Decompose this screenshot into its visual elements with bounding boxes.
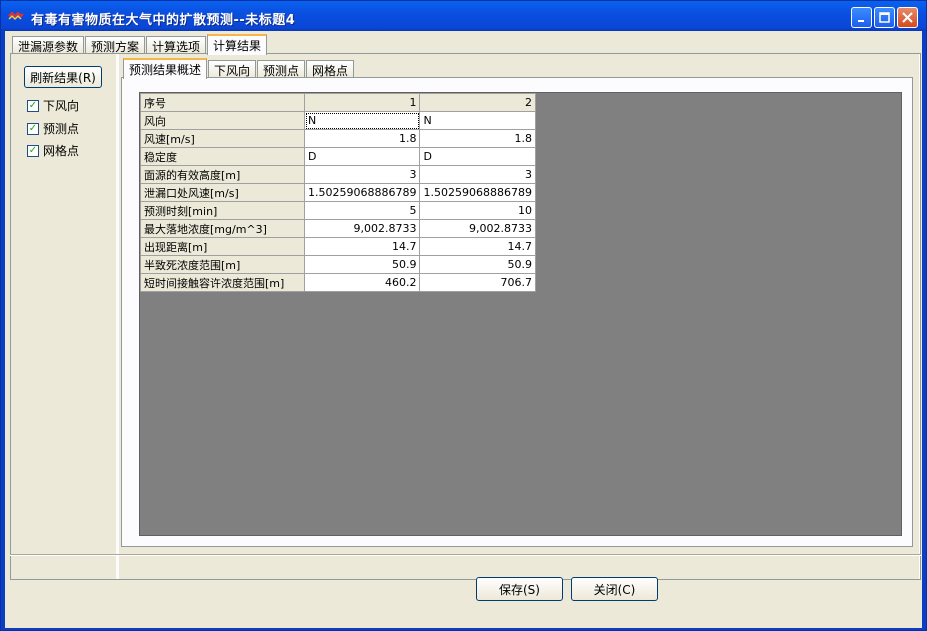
results-inner-area: 预测结果概述 下风向 预测点 网格点 序号 1 2 风向 N N 风速[m/s]…	[119, 54, 919, 579]
tab-grid-points[interactable]: 网格点	[306, 60, 355, 78]
header-label: 序号	[140, 93, 305, 112]
left-options-panel: 刷新结果(R) ✓ 下风向 ✓ 预测点 ✓ 网格点	[11, 54, 116, 579]
row-label: 预测时刻[min]	[140, 201, 305, 220]
checkbox-predict-point[interactable]: ✓	[27, 122, 39, 135]
checkbox-grid-point[interactable]: ✓	[27, 144, 39, 157]
minimize-button[interactable]	[851, 7, 872, 28]
tab-predict-points[interactable]: 预测点	[257, 60, 306, 78]
checkbox-grid-point-label: 网格点	[43, 144, 80, 158]
table-cell[interactable]: 10	[419, 201, 536, 220]
table-row: 面源的有效高度[m] 3 3	[140, 165, 536, 184]
table-cell[interactable]: 460.2	[303, 273, 421, 292]
table-row: 出现距离[m] 14.7 14.7	[140, 237, 536, 256]
table-cell[interactable]: 706.7	[419, 273, 536, 292]
table-cell[interactable]: D	[303, 147, 421, 166]
table-row: 最大落地浓度[mg/m^3] 9,002.8733 9,002.8733	[140, 219, 536, 238]
row-label: 风向	[140, 111, 305, 130]
checkbox-downwind-row[interactable]: ✓ 下风向	[27, 97, 79, 114]
save-button[interactable]: 保存(S)	[476, 577, 563, 601]
checkbox-predict-point-label: 预测点	[43, 122, 80, 136]
inner-tabstrip: 预测结果概述 下风向 预测点 网格点	[123, 58, 355, 79]
table-cell[interactable]: 1.8	[419, 129, 536, 148]
table-row: 半致死浓度范围[m] 50.9 50.9	[140, 255, 536, 274]
tab-calc-options[interactable]: 计算选项	[146, 36, 207, 54]
row-label: 风速[m/s]	[140, 129, 305, 148]
tab-results-overview[interactable]: 预测结果概述	[123, 58, 208, 79]
tab-downwind[interactable]: 下风向	[208, 60, 257, 78]
table-cell[interactable]: 3	[303, 165, 421, 184]
row-label: 半致死浓度范围[m]	[140, 255, 305, 274]
table-cell[interactable]: 14.7	[419, 237, 536, 256]
window-title: 有毒有害物质在大气中的扩散预测--未标题4	[31, 13, 296, 28]
column-header-2[interactable]: 2	[419, 93, 536, 112]
maximize-button[interactable]	[874, 7, 895, 28]
overview-panel: 序号 1 2 风向 N N 风速[m/s] 1.8 1.8 稳定度 D D 面源…	[121, 77, 913, 547]
table-row: 短时间接触容许浓度范围[m] 460.2 706.7	[140, 273, 536, 292]
maximize-icon	[879, 12, 890, 23]
table-cell[interactable]: 14.7	[303, 237, 421, 256]
checkbox-predict-point-row[interactable]: ✓ 预测点	[27, 120, 79, 137]
table-header-row: 序号 1 2	[140, 93, 536, 112]
row-label: 出现距离[m]	[140, 237, 305, 256]
row-label: 最大落地浓度[mg/m^3]	[140, 219, 305, 238]
app-icon	[8, 11, 24, 21]
close-icon	[902, 12, 913, 23]
checkbox-grid-point-row[interactable]: ✓ 网格点	[27, 142, 79, 159]
tab-calc-results[interactable]: 计算结果	[207, 34, 268, 55]
table-cell[interactable]: 9,002.8733	[303, 219, 421, 238]
table-cell[interactable]: 3	[419, 165, 536, 184]
table-cell[interactable]: N	[303, 111, 421, 130]
tab-source-params[interactable]: 泄漏源参数	[12, 36, 85, 54]
checkbox-downwind[interactable]: ✓	[27, 99, 39, 112]
row-label: 泄漏口处风速[m/s]	[140, 183, 305, 202]
results-grid[interactable]: 序号 1 2 风向 N N 风速[m/s] 1.8 1.8 稳定度 D D 面源…	[139, 92, 902, 536]
footer-separator	[10, 554, 921, 556]
results-tab-panel: 刷新结果(R) ✓ 下风向 ✓ 预测点 ✓ 网格点 预测结果概述 下风向 预测点…	[10, 53, 921, 580]
table-cell[interactable]: N	[419, 111, 536, 130]
table-cell[interactable]: 50.9	[303, 255, 421, 274]
table-cell[interactable]: 1.50259068886789	[419, 183, 536, 202]
close-window-button[interactable]	[897, 7, 918, 28]
table-cell[interactable]: 5	[303, 201, 421, 220]
column-header-1[interactable]: 1	[303, 93, 421, 112]
refresh-results-button[interactable]: 刷新结果(R)	[24, 66, 102, 88]
row-label: 短时间接触容许浓度范围[m]	[140, 273, 305, 292]
table-cell[interactable]: 9,002.8733	[419, 219, 536, 238]
row-label: 稳定度	[140, 147, 305, 166]
table-row: 风速[m/s] 1.8 1.8	[140, 129, 536, 148]
table-row: 预测时刻[min] 5 10	[140, 201, 536, 220]
tab-prediction-plan[interactable]: 预测方案	[85, 36, 146, 54]
app-window: 有毒有害物质在大气中的扩散预测--未标题4 泄漏源参数 预测方案 计算选项 计算…	[0, 0, 927, 631]
row-label: 面源的有效高度[m]	[140, 165, 305, 184]
table-cell[interactable]: 50.9	[419, 255, 536, 274]
title-bar[interactable]: 有毒有害物质在大气中的扩散预测--未标题4	[1, 1, 926, 31]
checkbox-downwind-label: 下风向	[43, 99, 80, 113]
results-table: 序号 1 2 风向 N N 风速[m/s] 1.8 1.8 稳定度 D D 面源…	[140, 93, 536, 292]
table-cell[interactable]: D	[419, 147, 536, 166]
table-row: 风向 N N	[140, 111, 536, 130]
main-tabstrip: 泄漏源参数 预测方案 计算选项 计算结果	[12, 34, 268, 55]
table-row: 泄漏口处风速[m/s] 1.50259068886789 1.502590688…	[140, 183, 536, 202]
table-cell[interactable]: 1.50259068886789	[303, 183, 421, 202]
close-button[interactable]: 关闭(C)	[571, 577, 658, 601]
table-cell[interactable]: 1.8	[303, 129, 421, 148]
minimize-icon	[857, 19, 864, 22]
table-row: 稳定度 D D	[140, 147, 536, 166]
client-area: 泄漏源参数 预测方案 计算选项 计算结果 刷新结果(R) ✓ 下风向 ✓ 预测点…	[5, 31, 922, 628]
